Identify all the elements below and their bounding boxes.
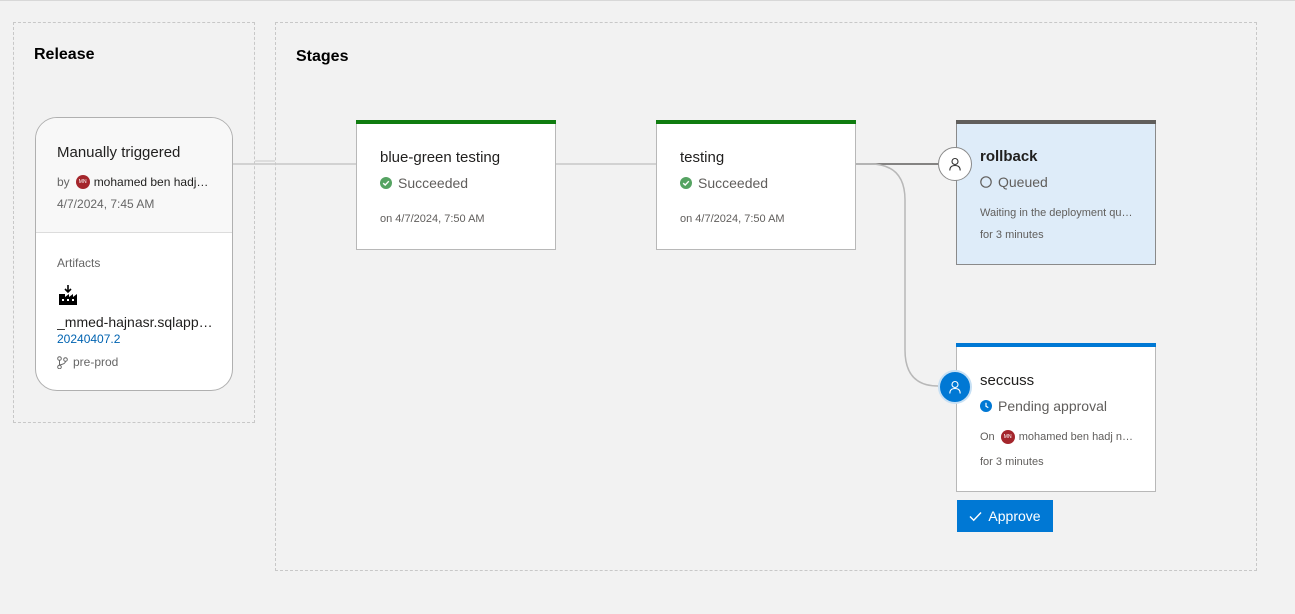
user-avatar: MN [1000, 430, 1015, 444]
release-date: 4/7/2024, 7:45 AM [57, 197, 155, 211]
stage-status-text: Queued [998, 174, 1048, 190]
approve-button[interactable]: Approve [957, 500, 1053, 532]
stage-completed-date: on 4/7/2024, 7:50 AM [680, 213, 785, 225]
stage-approver: On MN mohamed ben hadj n… [980, 430, 1145, 444]
stage-status-bar [956, 343, 1156, 347]
stage-status: Pending approval [980, 398, 1107, 414]
stage-seccuss[interactable]: seccuss Pending approval On MN mohamed b… [956, 343, 1156, 492]
stage-status-text: Succeeded [698, 175, 769, 191]
stage-status-bar [956, 120, 1156, 124]
user-avatar: MN [75, 175, 90, 189]
user-name: mohamed ben hadj… [93, 175, 209, 189]
artifact-branch: pre-prod [57, 355, 118, 369]
stage-status-bar [656, 120, 856, 124]
artifacts-label: Artifacts [57, 256, 101, 270]
stage-name[interactable]: seccuss [980, 372, 1034, 389]
checkmark-icon [969, 511, 982, 521]
release-card[interactable]: Manually triggered by MN mohamed ben had… [35, 117, 233, 391]
stage-status: Queued [980, 174, 1048, 190]
by-label: by [57, 175, 70, 189]
stage-status-text: Succeeded [398, 175, 469, 191]
artifact-build-link[interactable]: 20240407.2 [57, 332, 120, 346]
person-icon [949, 157, 961, 171]
stage-queue-message: Waiting in the deployment qu… [980, 207, 1133, 219]
release-triggered-by: by MN mohamed ben hadj… [57, 175, 229, 189]
release-trigger: Manually triggered [57, 144, 181, 161]
stage-status: Succeeded [680, 175, 768, 191]
pending-clock-icon [980, 400, 992, 412]
stage-name[interactable]: testing [680, 149, 724, 166]
stage-name[interactable]: blue-green testing [380, 149, 500, 166]
stage-status: Succeeded [380, 175, 468, 191]
stage-status-bar [356, 120, 556, 124]
rollback-approver-icon[interactable] [938, 147, 972, 181]
on-label: On [980, 431, 995, 443]
artifact-name[interactable]: _mmed-hajnasr.sqlapp… [57, 314, 217, 330]
seccuss-approver-icon[interactable] [938, 370, 972, 404]
build-pipeline-icon [57, 284, 79, 306]
stage-blue-green-testing[interactable]: blue-green testing Succeeded on 4/7/2024… [356, 120, 556, 250]
user-name: mohamed ben hadj n… [1018, 431, 1134, 443]
success-check-icon [680, 177, 692, 189]
stage-duration: for 3 minutes [980, 456, 1044, 468]
stage-status-text: Pending approval [998, 398, 1107, 414]
branch-icon [57, 355, 68, 369]
stage-completed-date: on 4/7/2024, 7:50 AM [380, 213, 485, 225]
approve-button-label: Approve [988, 508, 1041, 524]
stage-duration: for 3 minutes [980, 229, 1044, 241]
stage-testing[interactable]: testing Succeeded on 4/7/2024, 7:50 AM [656, 120, 856, 250]
person-icon [949, 380, 961, 394]
queued-circle-icon [980, 176, 992, 188]
stage-name[interactable]: rollback [980, 148, 1038, 165]
branch-name: pre-prod [73, 355, 119, 369]
stage-rollback[interactable]: rollback Queued Waiting in the deploymen… [956, 120, 1156, 265]
success-check-icon [380, 177, 392, 189]
